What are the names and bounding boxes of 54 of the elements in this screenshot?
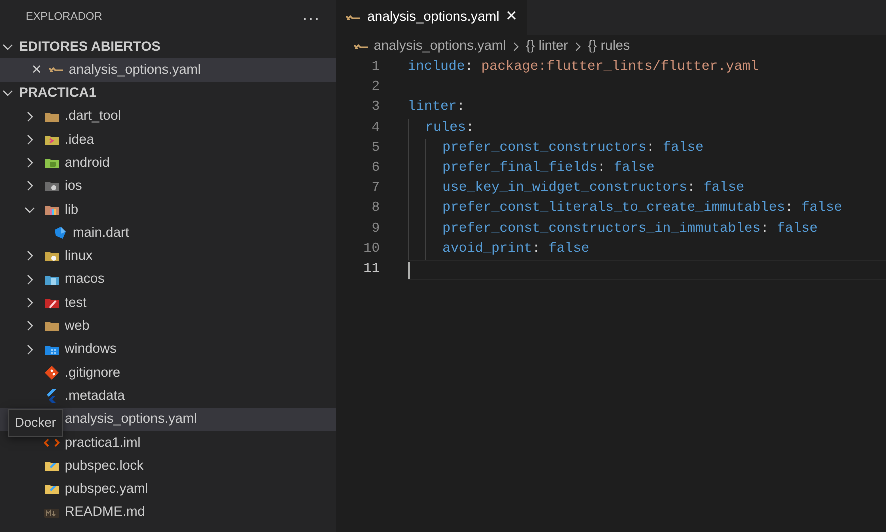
file-item[interactable]: README.md xyxy=(0,500,336,524)
folder-item[interactable]: web xyxy=(0,314,336,338)
more-actions-button[interactable]: ··· xyxy=(300,8,322,26)
breadcrumb-item[interactable]: {} rules xyxy=(588,36,630,57)
project-header[interactable]: PRACTICA1 xyxy=(0,82,336,105)
folder-item[interactable]: windows xyxy=(0,338,336,362)
yaml-file-icon xyxy=(346,14,361,20)
code-line: prefer_final_fields: false xyxy=(408,158,886,180)
dart-icon xyxy=(52,225,68,242)
line-number: 7 xyxy=(370,180,380,198)
editor-tab[interactable]: analysis_options.yaml × xyxy=(336,0,528,35)
folder-item[interactable]: .dart_tool xyxy=(0,104,336,128)
folder-item[interactable]: linux xyxy=(0,244,336,268)
line-number: 11 xyxy=(362,260,380,279)
code-line: avoid_print: false xyxy=(408,240,886,260)
code-line: rules: xyxy=(408,118,886,139)
code-line: prefer_const_constructors: false xyxy=(408,138,886,159)
code-line: linter: xyxy=(408,99,466,118)
close-icon[interactable]: × xyxy=(32,57,42,83)
open-editor-item[interactable]: × analysis_options.yaml xyxy=(0,58,336,82)
folder-item[interactable]: macos xyxy=(0,268,336,292)
line-number: 5 xyxy=(370,140,380,158)
file-item[interactable]: main.dart xyxy=(0,221,336,245)
line-number: 3 xyxy=(370,99,380,118)
folder-item[interactable]: android xyxy=(0,151,336,175)
code-line: include: package:flutter_lints/flutter.yaml xyxy=(408,59,760,77)
line-number: 9 xyxy=(370,220,380,238)
folder-item[interactable]: test xyxy=(0,291,336,315)
folder-item[interactable]: .idea xyxy=(0,128,336,152)
open-editors-header[interactable]: EDITORES ABIERTOS xyxy=(0,35,336,58)
yaml-file-icon xyxy=(354,44,369,50)
folder-item[interactable]: lib xyxy=(0,198,336,222)
tooltip: Docker xyxy=(8,409,64,436)
file-item[interactable]: pubspec.yaml xyxy=(0,478,336,501)
line-number: 1 xyxy=(370,59,380,77)
code-line: prefer_const_constructors_in_immutables: false xyxy=(408,220,886,240)
file-item[interactable]: .metadata xyxy=(0,384,336,408)
yaml-file-icon xyxy=(48,66,64,73)
breadcrumb-item[interactable]: analysis_options.yaml xyxy=(374,36,506,57)
file-item[interactable]: pubspec.lock xyxy=(0,454,336,478)
line-number: 6 xyxy=(370,160,380,178)
folder-item[interactable]: ios xyxy=(0,174,336,198)
breadcrumb-item[interactable]: {} linter xyxy=(526,36,568,57)
line-number: 4 xyxy=(370,120,380,138)
code-line: use_key_in_widget_constructors: false xyxy=(408,179,886,200)
explorer-title: EXPLORADOR xyxy=(26,10,102,26)
code-line: prefer_const_literals_to_create_immutables: false xyxy=(408,199,886,220)
text-cursor xyxy=(408,262,410,279)
file-item[interactable]: .gitignore xyxy=(0,361,336,384)
git-icon xyxy=(44,364,60,381)
line-number: 8 xyxy=(370,200,380,218)
line-number: 2 xyxy=(370,79,380,98)
line-number: 10 xyxy=(362,240,380,259)
close-icon[interactable]: × xyxy=(506,3,518,32)
